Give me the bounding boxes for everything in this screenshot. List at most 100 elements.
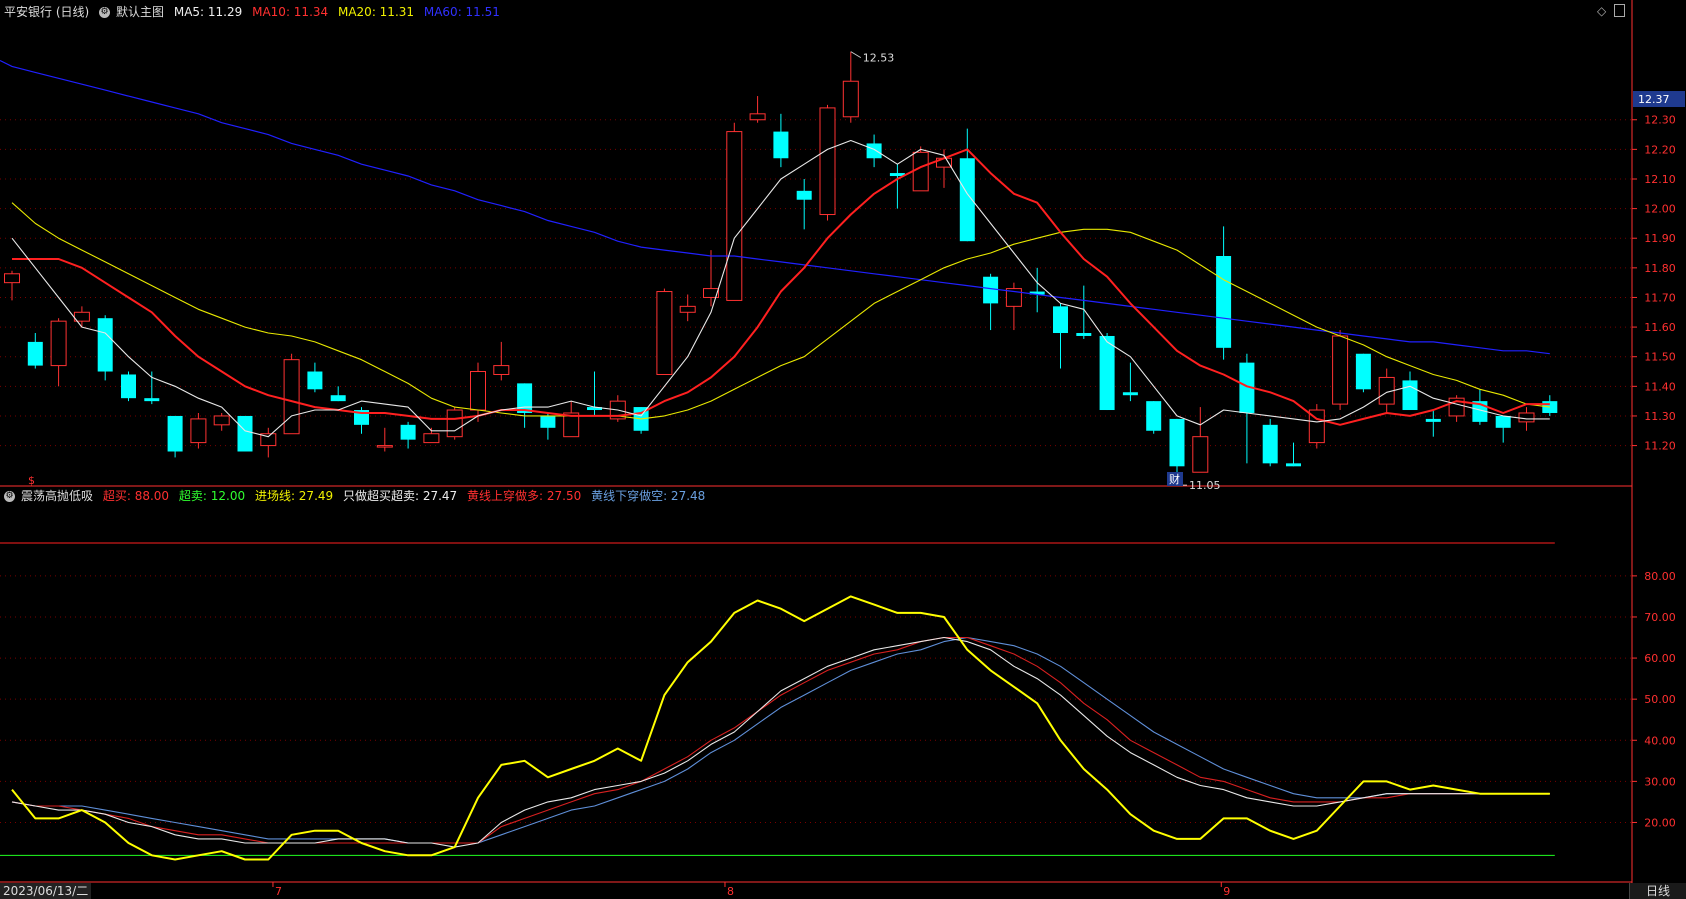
candle-body	[330, 395, 346, 402]
price-tick-label: 11.40	[1644, 380, 1676, 393]
settings-icon[interactable]: ⚙	[99, 7, 111, 18]
candle-body	[842, 80, 859, 118]
candle-body	[213, 415, 230, 426]
osc-tick-label: 40.00	[1644, 734, 1676, 747]
candle-body	[1262, 424, 1278, 464]
price-tick-label: 11.80	[1644, 262, 1676, 275]
ma5-line	[11, 139, 1550, 438]
candle-body	[237, 415, 253, 452]
osc-yellow-line	[11, 595, 1550, 861]
main-legend: 平安银行 (日线) ⚙ 默认主图 MA5: 11.29 MA10: 11.34 M…	[4, 3, 506, 21]
candle-body	[283, 359, 300, 435]
candle-body	[376, 445, 393, 448]
candle-body	[493, 365, 510, 375]
candle-body	[97, 318, 113, 372]
oversell-value: 超卖: 12.00	[178, 489, 246, 503]
candle-body	[1099, 335, 1115, 411]
price-tick-label: 11.90	[1644, 232, 1676, 245]
candle-body	[983, 276, 999, 304]
price-tick-label: 11.50	[1644, 351, 1676, 364]
candle-body	[1122, 392, 1138, 396]
sub-legend: ⚙ 震荡高抛低吸 超买: 88.00 超卖: 12.00 进场线: 27.49 只…	[4, 487, 711, 505]
candle-body	[1076, 333, 1092, 336]
price-tick-label: 12.20	[1644, 143, 1676, 156]
month-label: 9	[1223, 885, 1230, 898]
month-label: 8	[727, 885, 734, 898]
diamond-icon[interactable]: ◇	[1597, 4, 1606, 18]
osc-tick-label: 60.00	[1644, 652, 1676, 665]
candle-body	[796, 190, 812, 200]
candle-body	[167, 415, 183, 452]
cross-up-value: 黄线上穿做多: 27.50	[467, 489, 582, 503]
candle-body	[1216, 256, 1232, 348]
period-tab-daily[interactable]: 日线	[1629, 883, 1686, 899]
bottom-date-label: 2023/06/13/二	[0, 883, 92, 899]
candle-body	[656, 291, 673, 375]
osc-tick-label: 70.00	[1644, 611, 1676, 624]
month-label: 7	[275, 885, 282, 898]
candle-body	[27, 341, 43, 366]
ma10-value: MA10: 11.34	[252, 5, 329, 19]
price-tick-label: 12.00	[1644, 203, 1676, 216]
current-price-label: 12.37	[1638, 93, 1670, 106]
main-price-chart: 12.53 11.05 $ 财	[0, 51, 1558, 492]
price-tick-label: 12.30	[1644, 114, 1676, 127]
osc-tick-label: 80.00	[1644, 570, 1676, 583]
candle-body	[423, 433, 440, 444]
osc-tick-label: 20.00	[1644, 816, 1676, 829]
window-toggle-icon[interactable]	[1614, 4, 1625, 17]
candle-body	[1402, 380, 1418, 411]
candle-body	[1192, 436, 1209, 473]
osc-tick-label: 30.00	[1644, 775, 1676, 788]
candle-body	[749, 113, 766, 121]
candle-body	[446, 409, 463, 438]
price-tick-label: 11.30	[1644, 410, 1676, 423]
ma60-value: MA60: 11.51	[423, 5, 500, 19]
candle-body	[307, 371, 323, 390]
price-tick-label: 12.10	[1644, 173, 1676, 186]
oscillator-chart	[0, 542, 1555, 861]
high-pointer	[850, 51, 862, 59]
candle-body	[1332, 335, 1349, 405]
candle-body	[50, 320, 67, 367]
candle-body	[1518, 412, 1535, 423]
candle-body	[773, 131, 789, 159]
ma60-line	[0, 59, 1550, 355]
ma10-line	[12, 148, 1550, 426]
price-tick-label: 11.60	[1644, 321, 1676, 334]
settings-icon[interactable]: ⚙	[4, 491, 15, 502]
ma20-value: MA20: 11.31	[337, 5, 415, 19]
candle-body	[1286, 463, 1301, 467]
candle-body	[470, 371, 486, 411]
candle-body	[400, 424, 416, 440]
candle-body	[4, 273, 20, 284]
candle-body	[819, 107, 836, 216]
osc-white-line	[11, 636, 1550, 848]
s-mark: $	[28, 474, 35, 487]
candle-body	[190, 418, 207, 444]
ma5-value: MA5: 11.29	[173, 5, 243, 19]
candle-body	[912, 151, 929, 192]
entry-value: 进场线: 27.49	[254, 489, 334, 503]
indicator-title[interactable]: 震荡高抛低吸	[21, 489, 93, 503]
price-tick-label: 11.20	[1644, 440, 1676, 453]
template-name[interactable]: 默认主图	[116, 5, 164, 19]
high-label: 12.53	[863, 52, 895, 65]
candle-body	[1355, 353, 1371, 390]
low-label: 11.05	[1189, 479, 1221, 492]
candle-body	[1146, 401, 1162, 431]
price-axis: 12.30 12.20 12.10 12.00 11.90 11.80 11.70 11.60…	[1632, 91, 1685, 829]
candle-body	[1425, 418, 1441, 422]
osc-tick-label: 50.00	[1644, 693, 1676, 706]
cai-mark: 财	[1169, 472, 1180, 486]
candle-body	[144, 398, 160, 402]
candle-body	[517, 383, 533, 413]
chart-canvas: 7 8 9 12.53 11.05 $ 财 12.30 12.20 12.10 12.00 11.…	[0, 0, 1685, 899]
candle-body	[1169, 418, 1185, 467]
candle-body	[1053, 306, 1068, 334]
candle-body	[1495, 415, 1511, 428]
cross-down-value: 黄线下穿做空: 27.48	[591, 489, 706, 503]
stock-title[interactable]: 平安银行 (日线)	[4, 5, 89, 19]
only-value: 只做超买超卖: 27.47	[342, 489, 458, 503]
candle-body	[540, 415, 556, 428]
